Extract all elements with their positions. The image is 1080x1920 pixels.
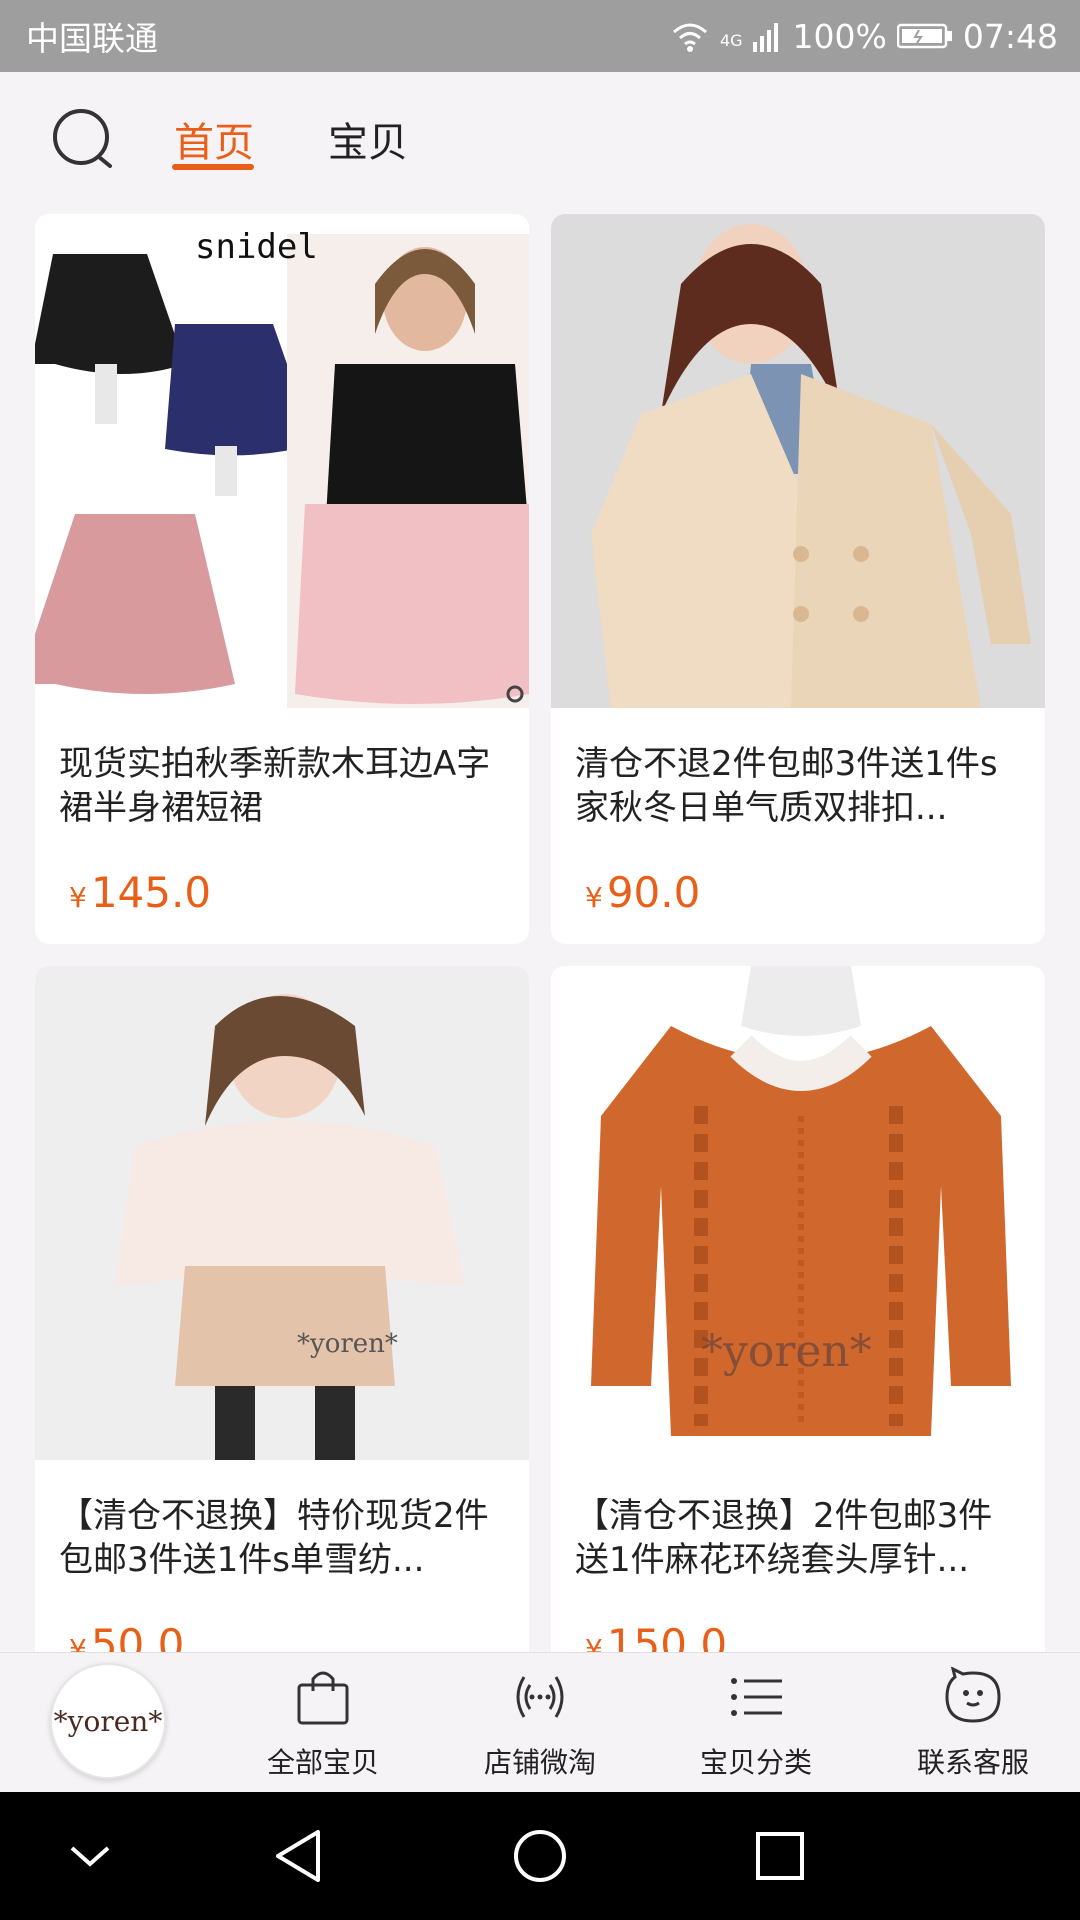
- price-value: 50.0: [90, 1620, 185, 1652]
- shop-logo[interactable]: *yoren*: [50, 1663, 166, 1779]
- top-bar: 首页 宝贝: [0, 72, 1080, 192]
- product-title[interactable]: 【清仓不退换】2件包邮3件送1件麻花环绕套头厚针...: [575, 1494, 1021, 1582]
- carrier-label: 中国联通: [26, 19, 158, 58]
- price-value: 145.0: [90, 868, 212, 917]
- tab-items[interactable]: 宝贝: [328, 110, 408, 168]
- shop-bottom-nav: *yoren* 全部宝贝 店铺微淘 宝贝分类 联系客服: [0, 1652, 1080, 1792]
- image-watermark: *yoren*: [297, 1329, 398, 1359]
- recent-apps-icon[interactable]: [744, 1820, 816, 1892]
- price-currency: ¥: [585, 881, 603, 914]
- nav-all-items[interactable]: 全部宝贝: [233, 1667, 413, 1781]
- home-icon[interactable]: [504, 1820, 576, 1892]
- product-image-sweater[interactable]: *yoren*: [551, 966, 1045, 1460]
- product-title[interactable]: 现货实拍秋季新款木耳边A字裙半身裙短裙: [59, 742, 505, 830]
- clock: 07:48: [962, 16, 1058, 56]
- signal-icon: [752, 23, 778, 52]
- image-brand-text: snidel: [195, 227, 318, 267]
- search-icon[interactable]: [52, 108, 118, 174]
- price-currency: ¥: [69, 881, 87, 914]
- product-card[interactable]: 清仓不退2件包邮3件送1件s家秋冬日单气质双排扣... ¥ 90.0: [551, 214, 1045, 944]
- product-price: ¥ 50.0: [69, 1620, 184, 1652]
- active-tab-indicator: [172, 164, 254, 170]
- nav-customer-service[interactable]: 联系客服: [883, 1667, 1063, 1781]
- price-value: 90.0: [606, 868, 701, 917]
- product-image-skirts[interactable]: snidel: [35, 214, 529, 708]
- nav-store-feed[interactable]: 店铺微淘: [450, 1667, 630, 1781]
- price-value: 150.0: [606, 1620, 728, 1652]
- product-title[interactable]: 清仓不退2件包邮3件送1件s家秋冬日单气质双排扣...: [575, 742, 1021, 830]
- price-currency: ¥: [69, 1633, 87, 1652]
- list-icon: [731, 1678, 782, 1716]
- product-card[interactable]: snidel 现货实拍秋季新款木耳边A字裙半身裙短裙 ¥ 145.0: [35, 214, 529, 944]
- battery-icon: [896, 23, 952, 49]
- hide-keyboard-chevron-icon[interactable]: [54, 1820, 126, 1892]
- chat-face-icon: [945, 1667, 1001, 1723]
- nav-label: 联系客服: [916, 1746, 1029, 1779]
- system-nav-bar: [0, 1792, 1080, 1920]
- product-title[interactable]: 【清仓不退换】特价现货2件包邮3件送1件s单雪纺...: [59, 1494, 505, 1582]
- network-type: 4G: [719, 30, 743, 50]
- image-watermark: *yoren*: [701, 1326, 872, 1377]
- nav-categories[interactable]: 宝贝分类: [666, 1667, 846, 1781]
- product-price: ¥ 90.0: [585, 868, 700, 917]
- status-bar: 中国联通 4G 100% 07:48: [0, 0, 1080, 72]
- product-price: ¥ 145.0: [69, 868, 211, 917]
- price-currency: ¥: [585, 1633, 603, 1652]
- back-icon[interactable]: [264, 1820, 336, 1892]
- battery-percent: 100%: [792, 16, 887, 56]
- nav-label: 宝贝分类: [699, 1746, 812, 1779]
- product-image-coat[interactable]: [551, 214, 1045, 708]
- nav-label: 全部宝贝: [266, 1746, 379, 1779]
- shopping-bag-icon: [297, 1671, 349, 1725]
- product-card[interactable]: *yoren* 【清仓不退换】特价现货2件包邮3件送1件s单雪纺... ¥ 50…: [35, 966, 529, 1652]
- nav-label: 店铺微淘: [483, 1746, 596, 1779]
- broadcast-icon: [516, 1676, 564, 1718]
- product-price: ¥ 150.0: [585, 1620, 727, 1652]
- product-image-chiffon[interactable]: *yoren*: [35, 966, 529, 1460]
- tab-home[interactable]: 首页: [174, 110, 254, 168]
- wifi-icon: [672, 23, 707, 52]
- product-grid: snidel 现货实拍秋季新款木耳边A字裙半身裙短裙 ¥ 145.0 清仓不退2…: [0, 214, 1080, 1652]
- product-card[interactable]: *yoren* 【清仓不退换】2件包邮3件送1件麻花环绕套头厚针... ¥ 15…: [551, 966, 1045, 1652]
- status-icons: 4G 100% 07:48: [670, 17, 1058, 56]
